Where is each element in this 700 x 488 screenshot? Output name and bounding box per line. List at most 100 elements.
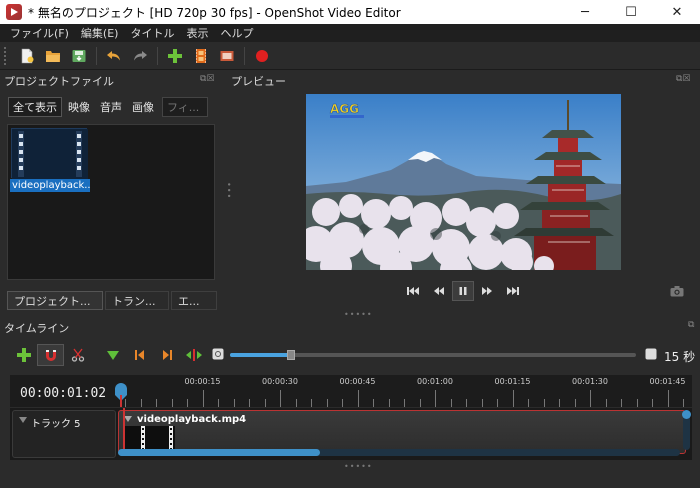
preview-title: プレビュー (231, 75, 286, 88)
zoom-level-label: 15 秒 (664, 350, 696, 364)
menu-help[interactable]: ヘルプ (214, 25, 259, 41)
ruler-tick (326, 399, 328, 407)
project-files-float-icon[interactable]: ⧉☒ (200, 74, 215, 84)
vertical-scroll-thumb[interactable] (682, 410, 691, 419)
export-video-button[interactable] (188, 44, 214, 68)
menu-view[interactable]: 表示 (180, 25, 214, 41)
open-project-button[interactable] (40, 44, 66, 68)
zoom-slider-handle[interactable] (286, 350, 295, 360)
ruler-tick (357, 390, 359, 407)
ruler-tick (621, 399, 622, 407)
jump-start-button[interactable] (400, 281, 426, 301)
current-time-display: 00:00:01:02 (20, 386, 107, 401)
camera-icon (670, 286, 684, 297)
redo-button[interactable] (127, 44, 153, 68)
clip-menu-icon[interactable] (124, 416, 132, 422)
import-files-button[interactable] (162, 44, 188, 68)
video-preview[interactable]: AGG (306, 94, 621, 270)
ruler-tick (497, 399, 498, 407)
preview-scene-image: AGG (306, 94, 621, 270)
maximize-button[interactable]: ☐ (608, 0, 654, 24)
add-file-icon (168, 48, 182, 63)
play-pause-button[interactable] (452, 281, 474, 301)
ruler-tick (636, 399, 638, 407)
tab-project-files[interactable]: プロジェクト... (7, 291, 103, 310)
filter-search-input[interactable] (162, 97, 208, 117)
project-files-list[interactable]: videoplayback.... (7, 124, 215, 280)
new-project-button[interactable] (14, 44, 40, 68)
menu-edit[interactable]: 編集(E) (75, 25, 125, 41)
timeline-vertical-scrollbar[interactable] (682, 410, 691, 450)
scissors-icon (71, 348, 84, 362)
record-icon (256, 49, 268, 62)
file-name-label[interactable]: videoplayback.... (10, 179, 90, 192)
zoom-in-button[interactable] (645, 348, 657, 363)
title-bar: * 無名のプロジェクト [HD 720p 30 fps] - OpenShot … (0, 0, 700, 24)
file-thumbnail[interactable] (11, 128, 88, 179)
horizontal-splitter[interactable]: ••••• (344, 310, 373, 319)
toolbar-separator (244, 46, 245, 65)
minimize-button[interactable]: ─ (562, 0, 608, 24)
ruler-tick (171, 399, 173, 407)
record-button[interactable] (249, 44, 275, 68)
ruler-tick (652, 399, 653, 407)
close-button[interactable]: ✕ (654, 0, 700, 24)
preview-float-icon[interactable]: ⧉☒ (676, 74, 691, 84)
playhead-icon[interactable] (113, 381, 129, 407)
screenshot-button[interactable] (670, 285, 684, 300)
jump-end-button[interactable] (500, 281, 526, 301)
fast-forward-icon (482, 287, 492, 295)
ruler-tick (140, 399, 142, 407)
add-marker-button[interactable] (99, 344, 126, 366)
toolbar-grip[interactable] (4, 46, 8, 65)
rewind-icon (434, 287, 444, 295)
ruler-tick (373, 399, 374, 407)
ruler-tick (481, 399, 483, 407)
ruler-tick (249, 399, 250, 407)
playback-controls (400, 281, 526, 301)
previous-marker-button[interactable] (126, 344, 153, 366)
filter-video[interactable]: 映像 (64, 97, 94, 117)
tab-transitions[interactable]: トラン... (105, 291, 169, 310)
filter-show-all[interactable]: 全て表示 (8, 97, 62, 117)
ruler-tick (187, 399, 188, 407)
bottom-splitter[interactable]: ••••• (344, 462, 373, 471)
save-project-button[interactable] (66, 44, 92, 68)
timeline-horizontal-scrollbar[interactable] (118, 449, 680, 456)
track-header[interactable]: トラック 5 (12, 410, 116, 458)
add-track-button[interactable] (10, 344, 37, 366)
track-collapse-icon[interactable] (19, 417, 27, 423)
ruler-tick-label: 00:01:15 (494, 377, 531, 386)
ruler-tick (450, 399, 452, 407)
open-folder-icon (46, 50, 60, 62)
horizontal-scroll-thumb[interactable] (118, 449, 321, 456)
zoom-slider[interactable] (230, 350, 636, 360)
fast-forward-button[interactable] (474, 281, 500, 301)
ruler-tick-label: 00:01:30 (572, 377, 608, 386)
filter-image[interactable]: 画像 (128, 97, 158, 117)
next-marker-button[interactable] (153, 344, 180, 366)
timeline-float-icon[interactable]: ⧉ (688, 320, 694, 330)
center-playhead-button[interactable] (180, 344, 207, 366)
rewind-button[interactable] (426, 281, 452, 301)
menu-title[interactable]: タイトル (124, 25, 180, 41)
ruler-tick (435, 390, 436, 407)
ruler-tick (218, 399, 219, 407)
razor-tool-button[interactable] (64, 344, 91, 366)
menu-file[interactable]: ファイル(F) (4, 25, 75, 41)
fullscreen-button[interactable] (214, 44, 240, 68)
vertical-splitter[interactable]: ••• (224, 182, 233, 199)
undo-button[interactable] (101, 44, 127, 68)
clip-name: videoplayback.mp4 (137, 414, 247, 425)
zoom-out-button[interactable] (212, 348, 224, 363)
snapping-toggle-button[interactable] (37, 344, 64, 366)
ruler-tick-label: 00:01:45 (649, 377, 686, 386)
filter-audio[interactable]: 音声 (96, 97, 126, 117)
tab-effects[interactable]: エ... (171, 291, 217, 310)
ruler-tick-label: 00:01:00 (417, 377, 453, 386)
ruler-tick (590, 390, 591, 407)
timeline-ruler[interactable]: 00:00:01:02 00:00:15 00:00:30 00:00:45 00:0… (10, 375, 692, 407)
add-icon (16, 348, 31, 362)
ruler-tick (295, 399, 297, 407)
timeline-clip[interactable]: videoplayback.mp4 (118, 410, 686, 454)
